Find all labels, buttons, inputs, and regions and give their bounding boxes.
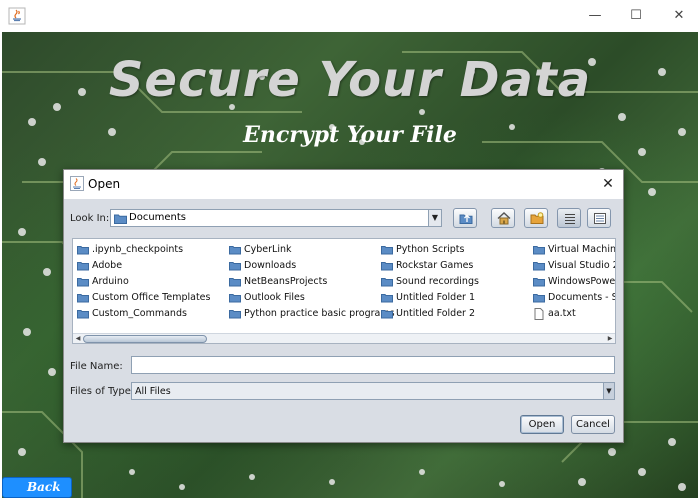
look-in-label: Look In: xyxy=(70,213,110,224)
file-name: Outlook Files xyxy=(244,292,305,303)
file-name: Visual Studio 201 xyxy=(548,260,615,271)
folder-icon xyxy=(533,262,545,271)
file-name: Untitled Folder 1 xyxy=(396,292,476,303)
open-button[interactable]: Open xyxy=(520,415,564,434)
text-file-icon xyxy=(534,308,544,320)
folder-icon xyxy=(77,294,89,303)
file-name: Python practice basic programs xyxy=(244,308,395,319)
new-folder-icon xyxy=(530,212,544,224)
list-view-button[interactable] xyxy=(557,208,581,228)
file-name: Downloads xyxy=(244,260,297,271)
folder-icon xyxy=(229,278,241,287)
files-of-type-value: All Files xyxy=(135,386,171,397)
folder-icon xyxy=(381,294,393,303)
folder-icon xyxy=(533,246,545,255)
new-folder-button[interactable] xyxy=(524,208,548,228)
folder-icon xyxy=(229,310,241,319)
dialog-titlebar: Open ✕ xyxy=(64,170,623,199)
file-name: WindowsPowerSh xyxy=(548,276,616,287)
file-name: Custom_Commands xyxy=(92,308,187,319)
file-name: Rockstar Games xyxy=(396,260,474,271)
open-file-dialog: Open ✕ Look In: Documents ▼ .ipynb_check… xyxy=(63,169,624,443)
dialog-close-button[interactable]: ✕ xyxy=(599,175,617,193)
file-name: Documents - Sho xyxy=(548,292,615,303)
files-of-type-dropdown[interactable]: All Files ▼ xyxy=(131,382,615,400)
folder-icon xyxy=(381,278,393,287)
folder-icon xyxy=(381,310,393,319)
window-titlebar: — ☐ ✕ xyxy=(0,0,700,32)
scroll-left-icon[interactable]: ◀ xyxy=(74,335,82,343)
file-name: NetBeansProjects xyxy=(244,276,328,287)
dialog-body: Look In: Documents ▼ .ipynb_checkpoints … xyxy=(64,199,623,442)
list-view-icon xyxy=(565,214,575,224)
file-name: Virtual Machines xyxy=(548,244,616,255)
file-name: Python Scripts xyxy=(396,244,465,255)
scroll-right-icon[interactable]: ▶ xyxy=(606,335,614,343)
file-name: CyberLink xyxy=(244,244,292,255)
maximize-button[interactable]: ☐ xyxy=(626,6,646,26)
file-name: Untitled Folder 2 xyxy=(396,308,476,319)
folder-icon xyxy=(229,246,241,255)
file-name: Custom Office Templates xyxy=(92,292,211,303)
folder-icon xyxy=(381,262,393,271)
cancel-button[interactable]: Cancel xyxy=(571,415,615,434)
folder-icon xyxy=(229,262,241,271)
scrollbar-thumb[interactable] xyxy=(83,335,207,343)
chevron-down-icon[interactable]: ▼ xyxy=(603,383,614,399)
hero-subtitle: Encrypt Your File xyxy=(243,122,457,148)
file-name: aa.txt xyxy=(548,308,576,319)
look-in-value: Documents xyxy=(129,212,187,223)
file-name: Adobe xyxy=(92,260,123,271)
details-view-button[interactable] xyxy=(587,208,611,228)
chevron-down-icon[interactable]: ▼ xyxy=(428,210,441,226)
app-window: — ☐ ✕ Secure Your Data Encrypt Your File… xyxy=(0,0,700,500)
folder-icon xyxy=(77,278,89,287)
minimize-button[interactable]: — xyxy=(585,6,605,26)
folder-icon xyxy=(114,214,127,224)
folder-icon xyxy=(77,262,89,271)
files-of-type-label: Files of Type: xyxy=(70,386,135,397)
folder-icon xyxy=(533,294,545,303)
folder-icon xyxy=(229,294,241,303)
file-name: Sound recordings xyxy=(396,276,479,287)
up-folder-icon xyxy=(459,214,473,224)
home-button[interactable] xyxy=(491,208,515,228)
home-icon xyxy=(497,212,511,225)
folder-icon xyxy=(77,310,89,319)
file-list[interactable]: .ipynb_checkpoints Adobe Arduino Custom Off… xyxy=(72,238,616,344)
back-button[interactable]: Back xyxy=(2,477,72,498)
folder-icon xyxy=(381,246,393,255)
up-folder-button[interactable] xyxy=(453,208,477,228)
horizontal-scrollbar[interactable]: ◀ ▶ xyxy=(73,333,615,343)
hero-title: Secure Your Data xyxy=(108,52,592,108)
folder-icon xyxy=(533,278,545,287)
dialog-title: Open xyxy=(88,177,121,191)
file-name-label: File Name: xyxy=(70,361,123,372)
file-name: Arduino xyxy=(92,276,129,287)
java-app-icon xyxy=(8,7,26,25)
look-in-dropdown[interactable]: Documents ▼ xyxy=(110,209,442,227)
java-app-icon xyxy=(70,176,84,191)
details-view-icon xyxy=(594,213,606,224)
close-window-button[interactable]: ✕ xyxy=(669,6,689,26)
file-name: .ipynb_checkpoints xyxy=(92,244,184,255)
folder-icon xyxy=(77,246,89,255)
file-name-input[interactable] xyxy=(131,356,615,374)
